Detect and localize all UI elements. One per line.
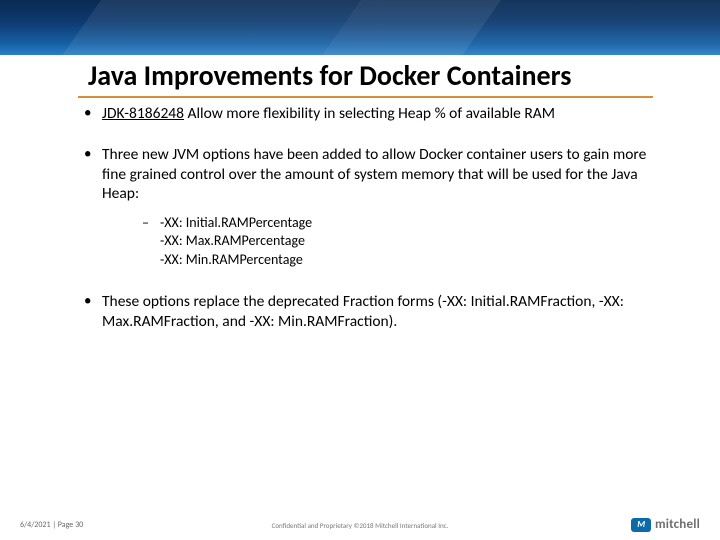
bullet-text: Allow more flexibility in selecting Heap… [184,104,555,123]
logo-text: mitchell [655,517,700,532]
sub-list: -XX: Initial.RAMPercentage -XX: Max.RAMP… [142,214,653,271]
code-line: -XX: Initial.RAMPercentage [160,214,312,231]
bullet-text: These options replace the deprecated Fra… [102,292,624,330]
header-banner [0,0,720,55]
sub-item: -XX: Initial.RAMPercentage -XX: Max.RAMP… [142,214,653,271]
code-line: -XX: Max.RAMPercentage [160,232,305,249]
title-rule [78,96,653,98]
bullet-item: JDK-8186248 Allow more flexibility in se… [78,104,653,123]
footer-logo: M mitchell [631,517,700,532]
slide: Java Improvements for Docker Containers … [0,0,720,540]
content-body: JDK-8186248 Allow more flexibility in se… [78,104,653,353]
footer: 6/4/2021 | Page 30 Confidential and Prop… [20,516,700,530]
bullet-item: These options replace the deprecated Fra… [78,292,653,331]
page-title: Java Improvements for Docker Containers [88,58,680,93]
bullet-item: Three new JVM options have been added to… [78,145,653,270]
logo-badge-icon: M [631,518,651,532]
footer-confidential: Confidential and Proprietary ©2018 Mitch… [20,521,700,530]
bullet-text: Three new JVM options have been added to… [102,145,646,203]
code-line: -XX: Min.RAMPercentage [160,251,303,268]
logo-badge-letter: M [637,519,644,530]
jdk-issue-link[interactable]: JDK-8186248 [102,104,184,123]
bullet-list: JDK-8186248 Allow more flexibility in se… [78,104,653,331]
